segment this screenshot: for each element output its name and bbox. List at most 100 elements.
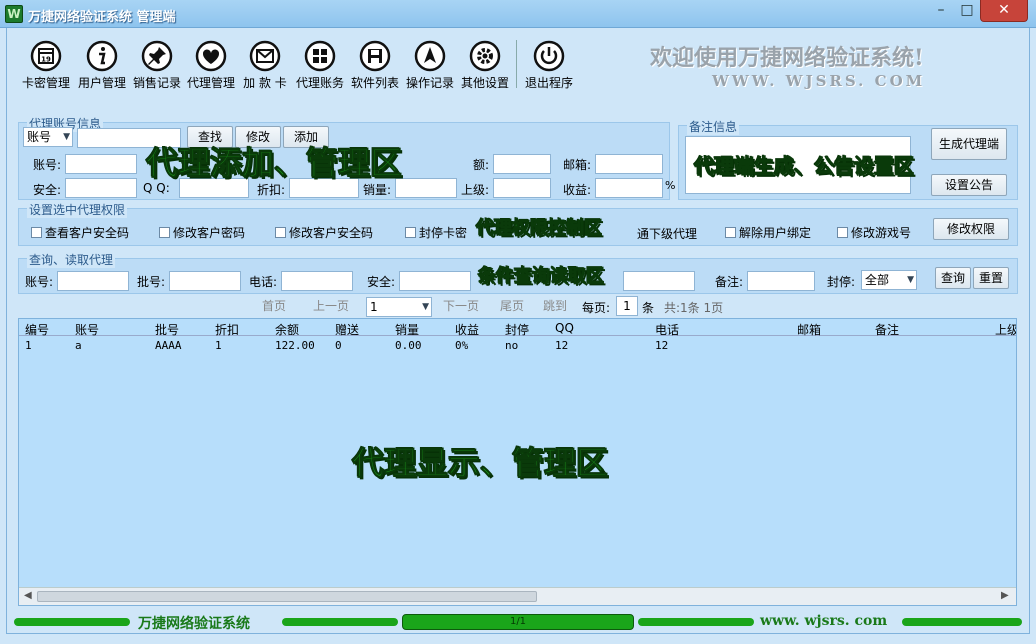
toolbar-label: 代理管理: [186, 76, 235, 90]
save-icon: [359, 40, 391, 72]
query-phone-input[interactable]: [281, 271, 353, 291]
info-icon: [86, 40, 118, 72]
query-title: 查询、读取代理: [27, 251, 116, 268]
toolbar-label: 退出程序: [524, 76, 573, 90]
set-announcement-button[interactable]: 设置公告: [931, 174, 1007, 196]
checkbox-icon: [725, 227, 736, 238]
table-row[interactable]: 1 a AAAA 1 122.00 0 0.00 0% no 12 12: [19, 338, 1016, 354]
column-header[interactable]: 批号: [155, 321, 179, 338]
toolbar-operation-log[interactable]: 操作记录: [402, 40, 458, 91]
toolbar-separator: [516, 40, 517, 88]
cell-id: 1: [25, 339, 32, 352]
query-security-input[interactable]: [399, 271, 471, 291]
account-field[interactable]: [65, 154, 137, 174]
chevron-down-icon: ▼: [63, 132, 70, 142]
status-decoration: [282, 618, 398, 626]
column-header[interactable]: 备注: [875, 321, 899, 338]
column-header[interactable]: 电话: [655, 321, 679, 338]
percent-sign: %: [665, 179, 676, 192]
perm-unbind-user[interactable]: 解除用户绑定: [725, 224, 811, 241]
status-page-indicator: 1/1: [402, 614, 634, 630]
toolbar-agent-management[interactable]: 代理管理: [183, 40, 239, 91]
minimize-button[interactable]: –: [928, 0, 954, 22]
window-title: 万捷网络验证系统 管理端: [28, 10, 176, 25]
query-security-label: 安全:: [367, 275, 396, 289]
column-header[interactable]: QQ: [555, 321, 574, 335]
column-header[interactable]: 赠送: [335, 321, 359, 338]
pin-icon: [141, 40, 173, 72]
scrollbar-thumb[interactable]: [37, 591, 537, 602]
perm-modify-security[interactable]: 修改客户安全码: [275, 224, 373, 241]
query-phone-label: 电话:: [249, 275, 278, 289]
status-decoration: [638, 618, 754, 626]
cell-bonus: 0: [335, 339, 342, 352]
perm-ban-card[interactable]: 封停卡密: [405, 224, 467, 241]
column-header[interactable]: 收益: [455, 321, 479, 338]
balance-field[interactable]: [493, 154, 551, 174]
security-field[interactable]: [65, 178, 137, 198]
query-button[interactable]: 查询: [935, 267, 971, 289]
account-type-select[interactable]: 账号 ▼: [23, 127, 73, 147]
toolbar-label: 用户管理: [77, 76, 126, 90]
modify-permission-button[interactable]: 修改权限: [933, 218, 1009, 240]
toolbar-label: 软件列表: [350, 76, 399, 90]
email-field[interactable]: [595, 154, 663, 174]
query-account-input[interactable]: [57, 271, 129, 291]
column-header[interactable]: 销量: [395, 321, 419, 338]
annotation-grid-area: 代理显示、管理区: [351, 444, 609, 483]
close-button[interactable]: ✕: [980, 0, 1028, 22]
prev-page-button[interactable]: 上一页: [306, 296, 356, 318]
income-field[interactable]: [595, 178, 663, 198]
toolbar-sales-records[interactable]: 销售记录: [129, 40, 185, 91]
toolbar-label: 其他设置: [460, 76, 509, 90]
power-icon: [533, 40, 565, 72]
perm-modify-game-id[interactable]: 修改游戏号: [837, 224, 911, 241]
next-page-button[interactable]: 下一页: [436, 296, 486, 318]
column-header[interactable]: 封停: [505, 321, 529, 338]
toolbar-software-list[interactable]: 软件列表: [347, 40, 403, 91]
maximize-button[interactable]: □: [954, 0, 980, 22]
generate-agent-button[interactable]: 生成代理端: [931, 128, 1007, 160]
per-page-input[interactable]: 1: [616, 296, 638, 316]
checkbox-icon: [405, 227, 416, 238]
mail-icon: [249, 40, 281, 72]
perm-view-security[interactable]: 查看客户安全码: [31, 224, 129, 241]
toolbar-other-settings[interactable]: 其他设置: [457, 40, 513, 91]
income-label: 收益:: [563, 183, 592, 197]
cell-balance: 122.00: [275, 339, 315, 352]
cell-qq: 12: [555, 339, 569, 352]
column-header[interactable]: 上级: [995, 321, 1016, 338]
scroll-left-icon[interactable]: ◀: [24, 590, 32, 601]
query-note-input[interactable]: [747, 271, 815, 291]
cell-batch: AAAA: [155, 339, 182, 352]
checkbox-icon: [31, 227, 42, 238]
column-header[interactable]: 账号: [75, 321, 99, 338]
welcome-banner: 欢迎使用万捷网络验证系统!: [650, 45, 924, 71]
reset-button[interactable]: 重置: [973, 267, 1009, 289]
sales-field[interactable]: [395, 178, 457, 198]
jump-button[interactable]: 跳到: [536, 296, 574, 318]
first-page-button[interactable]: 首页: [252, 296, 296, 318]
column-header[interactable]: 编号: [25, 321, 49, 338]
annotation-query-area: 条件查询读取区: [478, 266, 605, 288]
page-select[interactable]: 1 ▼: [366, 297, 432, 317]
query-extra-input[interactable]: [623, 271, 695, 291]
toolbar-user-management[interactable]: 用户管理: [74, 40, 130, 91]
toolbar-recharge-card[interactable]: 加 款 卡: [237, 40, 293, 91]
scroll-right-icon[interactable]: ▶: [1001, 590, 1009, 601]
query-note-label: 备注:: [715, 275, 744, 289]
superior-field[interactable]: [493, 178, 551, 198]
last-page-button[interactable]: 尾页: [494, 296, 530, 318]
column-header[interactable]: 余额: [275, 321, 299, 338]
query-ban-label: 封停:: [827, 275, 856, 289]
grid-header: 编号 账号 批号 折扣 余额 赠送 销量 收益 封停 QQ 电话 邮箱 备注 上…: [19, 319, 1016, 338]
toolbar-card-management[interactable]: 19 卡密管理: [18, 40, 74, 91]
toolbar-exit[interactable]: 退出程序: [521, 40, 577, 91]
query-ban-select[interactable]: 全部 ▼: [861, 270, 917, 290]
column-header[interactable]: 折扣: [215, 321, 239, 338]
horizontal-scrollbar[interactable]: ◀ ▶: [19, 587, 1016, 605]
column-header[interactable]: 邮箱: [797, 321, 821, 338]
perm-modify-password[interactable]: 修改客户密码: [159, 224, 245, 241]
toolbar-agent-accounts[interactable]: 代理账务: [292, 40, 348, 91]
query-batch-input[interactable]: [169, 271, 241, 291]
